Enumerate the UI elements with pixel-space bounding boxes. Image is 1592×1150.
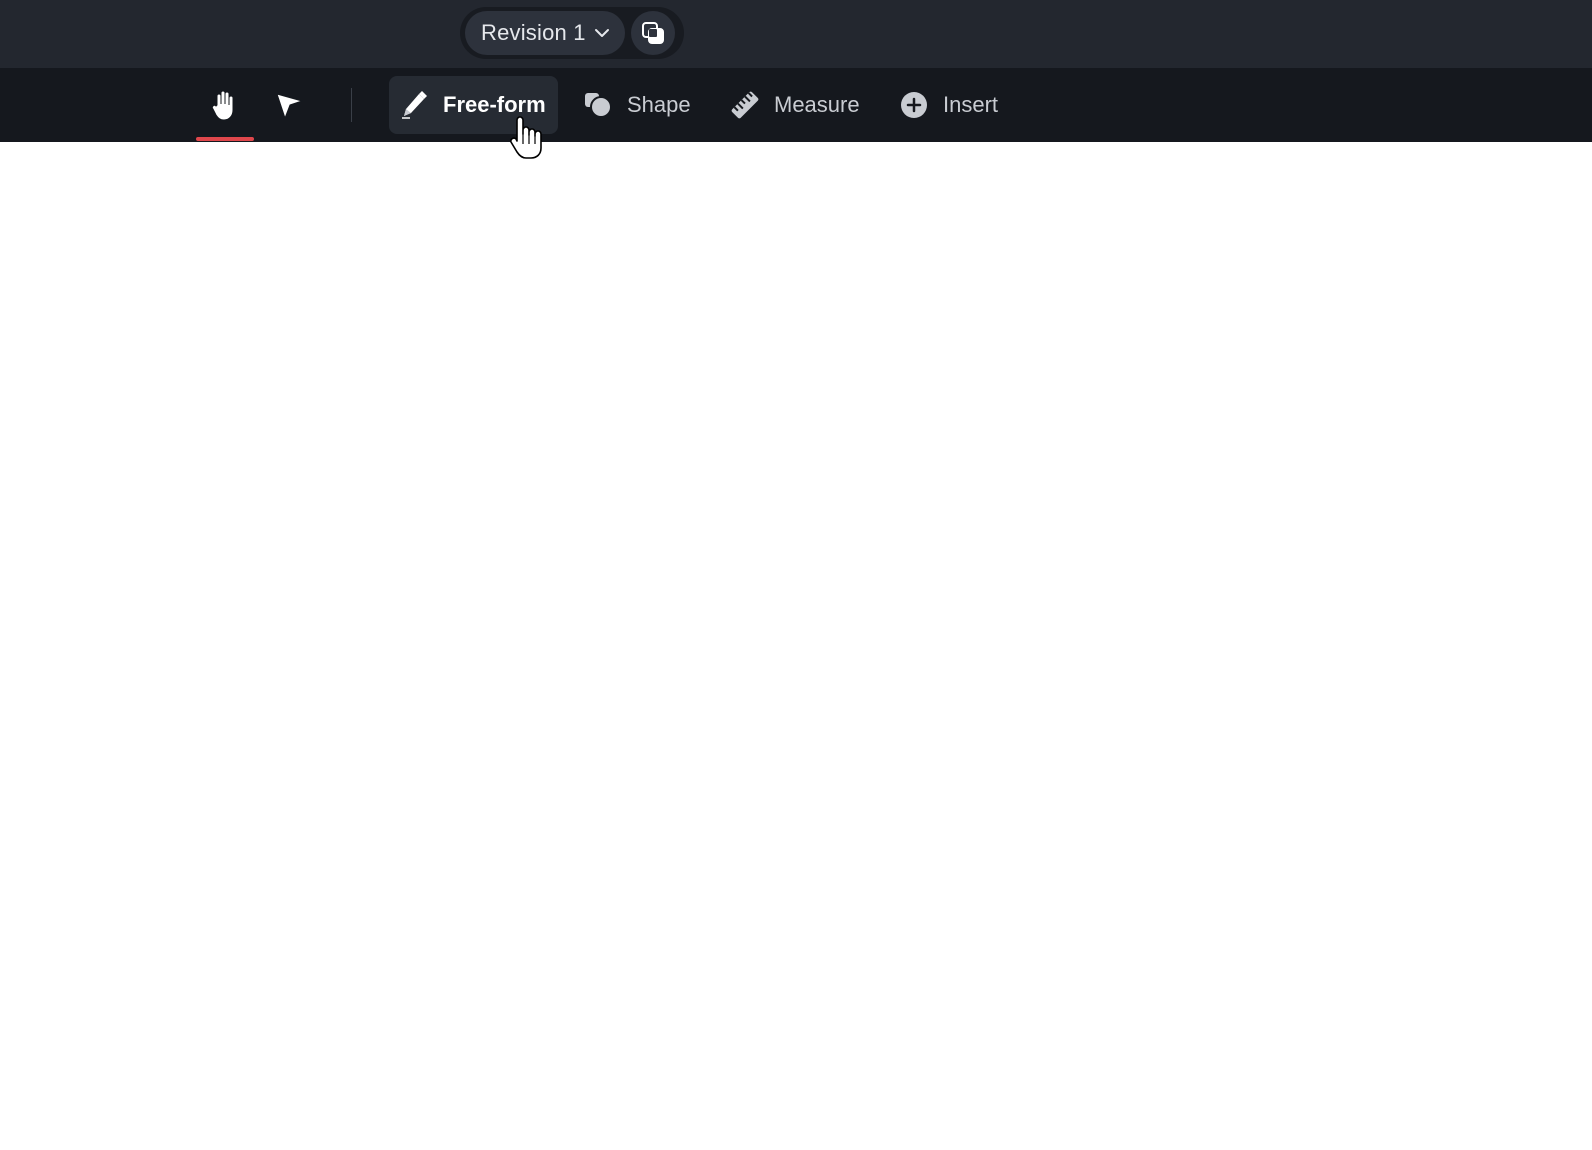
measure-tool-button[interactable]: Measure bbox=[728, 76, 860, 134]
shape-tool-button[interactable]: Shape bbox=[581, 76, 691, 134]
drawing-canvas[interactable] bbox=[0, 142, 1592, 1150]
toolbar-divider bbox=[351, 88, 352, 122]
insert-label: Insert bbox=[943, 92, 999, 117]
insert-tool-button[interactable]: Insert bbox=[897, 76, 998, 134]
hand-tool-button[interactable] bbox=[203, 84, 247, 128]
compare-revisions-button[interactable] bbox=[631, 11, 675, 55]
pencil-icon bbox=[399, 90, 429, 120]
overlap-squares-icon bbox=[642, 22, 664, 44]
shapes-icon bbox=[583, 90, 613, 120]
top-bar: Revision 1 bbox=[0, 0, 1592, 68]
hand-icon bbox=[211, 90, 234, 121]
pointer-arrow-icon bbox=[276, 93, 303, 119]
ruler-icon bbox=[730, 90, 760, 120]
chevron-down-icon bbox=[595, 29, 609, 37]
revision-label: Revision 1 bbox=[481, 20, 586, 45]
revision-group: Revision 1 bbox=[460, 7, 684, 59]
measure-label: Measure bbox=[774, 92, 860, 117]
shape-label: Shape bbox=[627, 92, 691, 117]
active-tool-indicator bbox=[196, 137, 254, 141]
plus-circle-icon bbox=[899, 90, 929, 120]
tool-bar: Free-form Shape Measure Insert bbox=[0, 68, 1592, 142]
freeform-label: Free-form bbox=[443, 92, 546, 117]
freeform-tool-button[interactable]: Free-form bbox=[389, 76, 558, 134]
select-tool-button[interactable] bbox=[267, 84, 311, 128]
revision-dropdown[interactable]: Revision 1 bbox=[465, 11, 625, 55]
